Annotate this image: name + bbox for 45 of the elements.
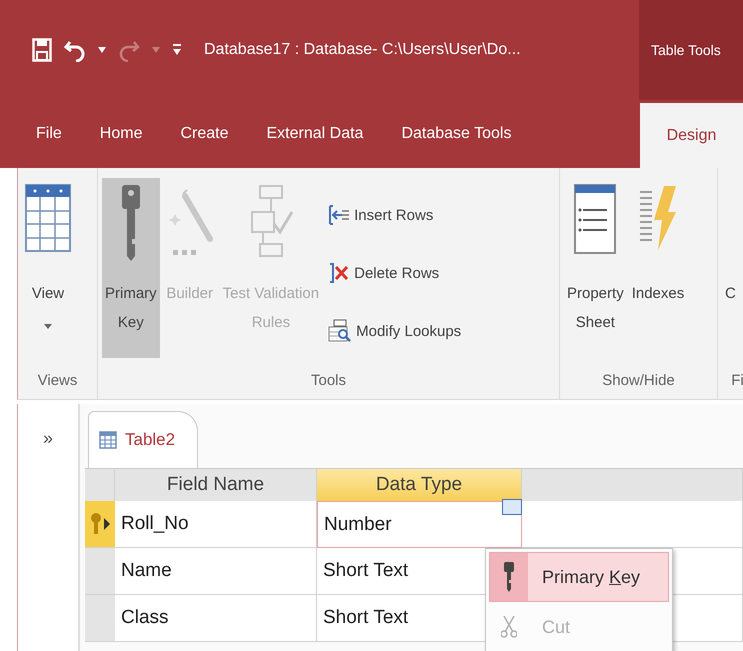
delete-rows-icon xyxy=(328,262,350,284)
group-label: Views xyxy=(36,370,78,390)
ribbon-tab[interactable]: Home xyxy=(80,100,162,168)
nav-pane-toggle[interactable]: » xyxy=(38,428,57,449)
table-icon xyxy=(25,184,71,254)
ribbon-button[interactable]: View xyxy=(22,178,74,358)
key-icon xyxy=(89,512,111,536)
column-header[interactable]: Data Type xyxy=(317,469,522,501)
scissors-icon xyxy=(501,616,517,638)
group-label: Show/Hide xyxy=(601,370,676,390)
ribbon-button[interactable]: Delete Rows xyxy=(324,246,466,300)
dropdown-button[interactable] xyxy=(502,499,522,515)
window-title: Database17 : Database- C:\Users\User\Do... xyxy=(203,40,522,60)
key-icon xyxy=(120,184,142,262)
ribbon-tab[interactable]: Create xyxy=(161,100,248,168)
ribbon-button[interactable]: Indexes xyxy=(628,178,688,358)
table-cell[interactable]: Number xyxy=(317,501,522,548)
ribbon-tab[interactable]: File xyxy=(17,100,81,168)
group-label: Tools xyxy=(310,370,348,390)
ribbon-tab[interactable]: Database Tools xyxy=(382,100,530,168)
ribbon-button[interactable]: Primary Key xyxy=(102,178,160,358)
caret-icon[interactable] xyxy=(98,47,106,53)
ribbon-tab[interactable]: Design xyxy=(640,103,743,168)
row-selector[interactable] xyxy=(85,501,115,548)
key-icon xyxy=(503,562,515,592)
table-cell[interactable]: Name xyxy=(115,548,317,595)
lookup-icon xyxy=(328,319,352,343)
ribbon-button[interactable]: C xyxy=(722,178,739,358)
insert-rows-icon xyxy=(328,204,350,226)
ribbon-tab[interactable]: External Data xyxy=(248,100,382,168)
ribbon-button[interactable]: Modify Lookups xyxy=(324,304,466,358)
undo-icon[interactable] xyxy=(64,38,86,62)
menu-item[interactable]: Primary Key xyxy=(489,552,669,602)
ribbon-button[interactable]: Property Sheet xyxy=(564,178,627,358)
property-sheet-icon xyxy=(574,184,616,254)
customize-icon[interactable] xyxy=(172,43,182,57)
save-icon[interactable] xyxy=(32,38,52,62)
contextual-tab-label: Table Tools xyxy=(639,0,743,100)
table-icon xyxy=(99,431,117,449)
column-header[interactable]: Field Name xyxy=(115,469,317,501)
ribbon-button[interactable]: Insert Rows xyxy=(324,188,466,242)
document-tab[interactable]: Table2 xyxy=(88,411,198,468)
group-label: Fi xyxy=(730,370,743,390)
table-cell[interactable]: Class xyxy=(115,595,317,642)
table-cell[interactable]: Roll_No xyxy=(115,501,317,548)
